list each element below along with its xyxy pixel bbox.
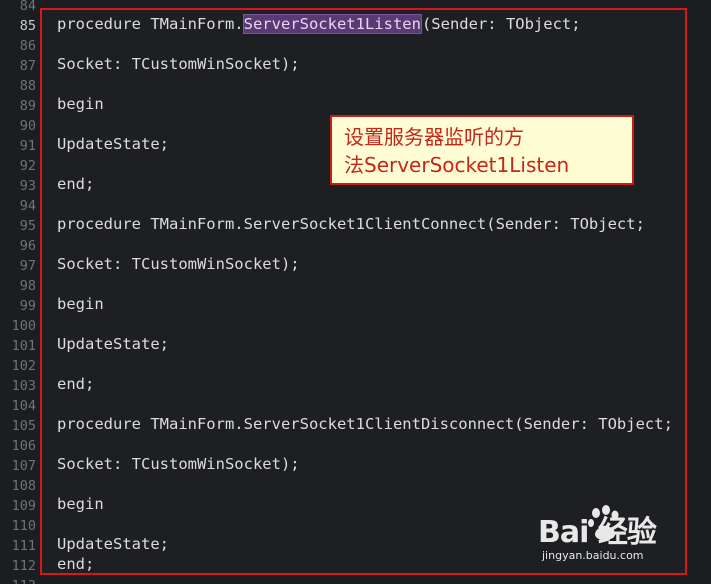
code-text: (Sender: TObject; [421,15,581,33]
code-line-86[interactable] [57,34,673,54]
paw-icon [588,505,619,541]
line-number: 88 [19,78,36,94]
code-area[interactable]: procedure TMainForm.ServerSocket1Listen(… [57,14,673,573]
baidu-jingyan-watermark: Bai 经验 jingyan.baidu.com [520,505,700,575]
line-number: 89 [19,98,36,114]
code-line-106[interactable] [57,434,673,454]
annotation-line-2: 法ServerSocket1Listen [344,153,570,177]
code-line-98[interactable] [57,274,673,294]
code-line-85[interactable]: procedure TMainForm.ServerSocket1Listen(… [57,14,673,34]
highlight-frame: procedure TMainForm.ServerSocket1Listen(… [40,8,687,575]
code-line-105[interactable]: procedure TMainForm.ServerSocket1ClientD… [57,414,673,434]
line-number: 113 [0,576,36,584]
line-number: 109 [11,498,36,514]
code-line-89[interactable]: begin [57,94,673,114]
line-number: 93 [19,178,36,194]
line-number: 105 [11,418,36,434]
code-line-94[interactable] [57,194,673,214]
annotation-callout: 设置服务器监听的方 法ServerSocket1Listen [330,115,634,185]
code-text: procedure TMainForm. [57,15,244,33]
line-number: 97 [19,258,36,274]
line-number: 100 [11,318,36,334]
line-number: 98 [19,278,36,294]
line-number: 106 [11,438,36,454]
line-number: 112 [11,558,36,574]
line-number: 99 [19,298,36,314]
code-line-107[interactable]: Socket: TCustomWinSocket); [57,454,673,474]
code-editor: 84 85 86 87 88 89 90 91 92 93 94 95 96 9… [0,0,711,584]
line-number-gutter: 84 85 86 87 88 89 90 91 92 93 94 95 96 9… [0,0,38,584]
line-number-current: 85 [19,18,36,34]
annotation-line-1: 设置服务器监听的方 [344,125,524,149]
code-line-87[interactable]: Socket: TCustomWinSocket); [57,54,673,74]
code-line-95[interactable]: procedure TMainForm.ServerSocket1ClientC… [57,214,673,234]
selected-text[interactable]: ServerSocket1Listen [242,14,422,34]
code-line-103[interactable]: end; [57,374,673,394]
code-line-99[interactable]: begin [57,294,673,314]
line-number: 91 [19,138,36,154]
line-number: 86 [19,38,36,54]
code-line-88[interactable] [57,74,673,94]
line-number: 87 [19,58,36,74]
line-number: 90 [19,118,36,134]
code-line-104[interactable] [57,394,673,414]
line-number: 94 [19,198,36,214]
code-line-102[interactable] [57,354,673,374]
line-number: 107 [11,458,36,474]
line-number: 96 [19,238,36,254]
line-number: 95 [19,218,36,234]
line-number-list: 84 85 86 87 88 89 90 91 92 93 94 95 96 9… [0,0,36,584]
line-number: 102 [11,358,36,374]
line-number: 92 [19,158,36,174]
code-line-108[interactable] [57,474,673,494]
code-line-100[interactable] [57,314,673,334]
line-number: 104 [11,398,36,414]
line-number: 101 [11,338,36,354]
code-line-96[interactable] [57,234,673,254]
line-number: 84 [19,0,36,14]
line-number: 110 [11,518,36,534]
line-number: 111 [11,538,36,554]
line-number: 103 [11,378,36,394]
watermark-url: jingyan.baidu.com [542,549,644,562]
line-number: 108 [11,478,36,494]
code-line-101[interactable]: UpdateState; [57,334,673,354]
code-line-97[interactable]: Socket: TCustomWinSocket); [57,254,673,274]
